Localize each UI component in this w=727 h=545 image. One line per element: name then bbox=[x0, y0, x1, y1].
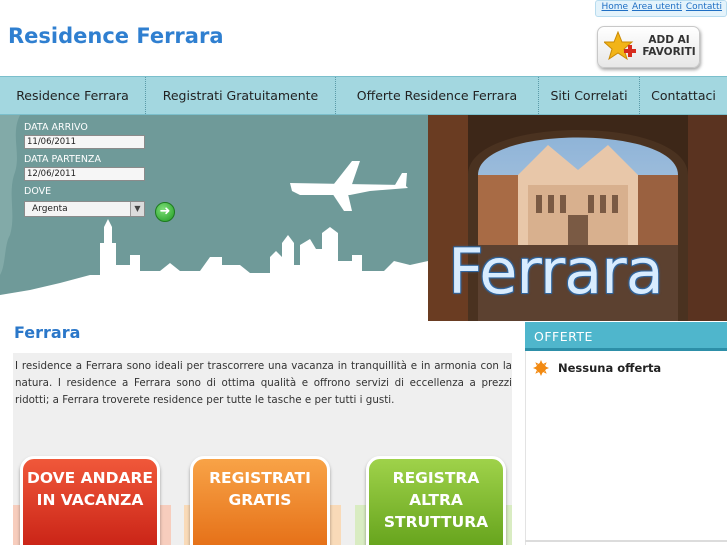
where-label: DOVE bbox=[24, 186, 52, 197]
intro-paragraph: I residence a Ferrara sono ideali per tr… bbox=[15, 360, 512, 406]
page-title: Ferrara bbox=[14, 323, 81, 342]
top-link-home[interactable]: Home bbox=[601, 2, 628, 12]
registrati-gratis-button[interactable]: REGISTRATI GRATIS bbox=[190, 456, 330, 545]
search-panel: DATA ARRIVO 11/06/2011 DATA PARTENZA 12/… bbox=[0, 115, 428, 321]
departure-date-label: DATA PARTENZA bbox=[24, 154, 101, 165]
sun-bullet-icon bbox=[533, 360, 549, 376]
nav-item-siti-correlati[interactable]: Siti Correlati bbox=[539, 77, 640, 114]
arrival-date-label: DATA ARRIVO bbox=[24, 122, 88, 133]
arrival-date-input[interactable]: 11/06/2011 bbox=[24, 135, 145, 149]
arrow-right-icon: ➜ bbox=[159, 204, 171, 219]
ferrara-photo: Ferrara bbox=[428, 115, 727, 321]
banner-city-word: Ferrara bbox=[448, 235, 664, 308]
dove-andare-button[interactable]: DOVE ANDARE IN VACANZA bbox=[20, 456, 160, 545]
top-link-contatti[interactable]: Contatti bbox=[686, 2, 722, 12]
nav-item-contattaci[interactable]: Contattaci bbox=[640, 77, 727, 114]
no-offers-text: Nessuna offerta bbox=[558, 361, 662, 375]
search-go-button[interactable]: ➜ bbox=[155, 202, 175, 222]
where-select[interactable]: Argenta ▼ bbox=[24, 201, 145, 217]
departure-date-input[interactable]: 12/06/2011 bbox=[24, 167, 145, 181]
sidebar-divider bbox=[525, 540, 727, 542]
site-title[interactable]: Residence Ferrara bbox=[8, 24, 224, 48]
offers-panel bbox=[525, 351, 727, 545]
chevron-down-icon: ▼ bbox=[130, 202, 144, 216]
main-nav: Residence Ferrara Registrati Gratuitamen… bbox=[0, 76, 727, 115]
nav-item-residence-ferrara[interactable]: Residence Ferrara bbox=[0, 77, 146, 114]
hero-banner: DATA ARRIVO 11/06/2011 DATA PARTENZA 12/… bbox=[0, 115, 727, 321]
nav-item-registrati[interactable]: Registrati Gratuitamente bbox=[146, 77, 336, 114]
site-header: Residence Ferrara Home Area utenti Conta… bbox=[0, 0, 727, 76]
nav-item-offerte[interactable]: Offerte Residence Ferrara bbox=[336, 77, 539, 114]
favorites-label: ADD AI FAVORITI bbox=[642, 34, 696, 58]
top-link-area-utenti[interactable]: Area utenti bbox=[632, 2, 682, 12]
registra-struttura-button[interactable]: REGISTRA ALTRA STRUTTURA bbox=[366, 456, 506, 545]
add-to-favorites-button[interactable]: ADD AI FAVORITI bbox=[597, 26, 700, 68]
offers-header: OFFERTE bbox=[525, 322, 727, 351]
top-links: Home Area utenti Contatti bbox=[595, 0, 727, 17]
where-select-value: Argenta bbox=[32, 204, 68, 214]
star-plus-icon bbox=[604, 31, 636, 61]
